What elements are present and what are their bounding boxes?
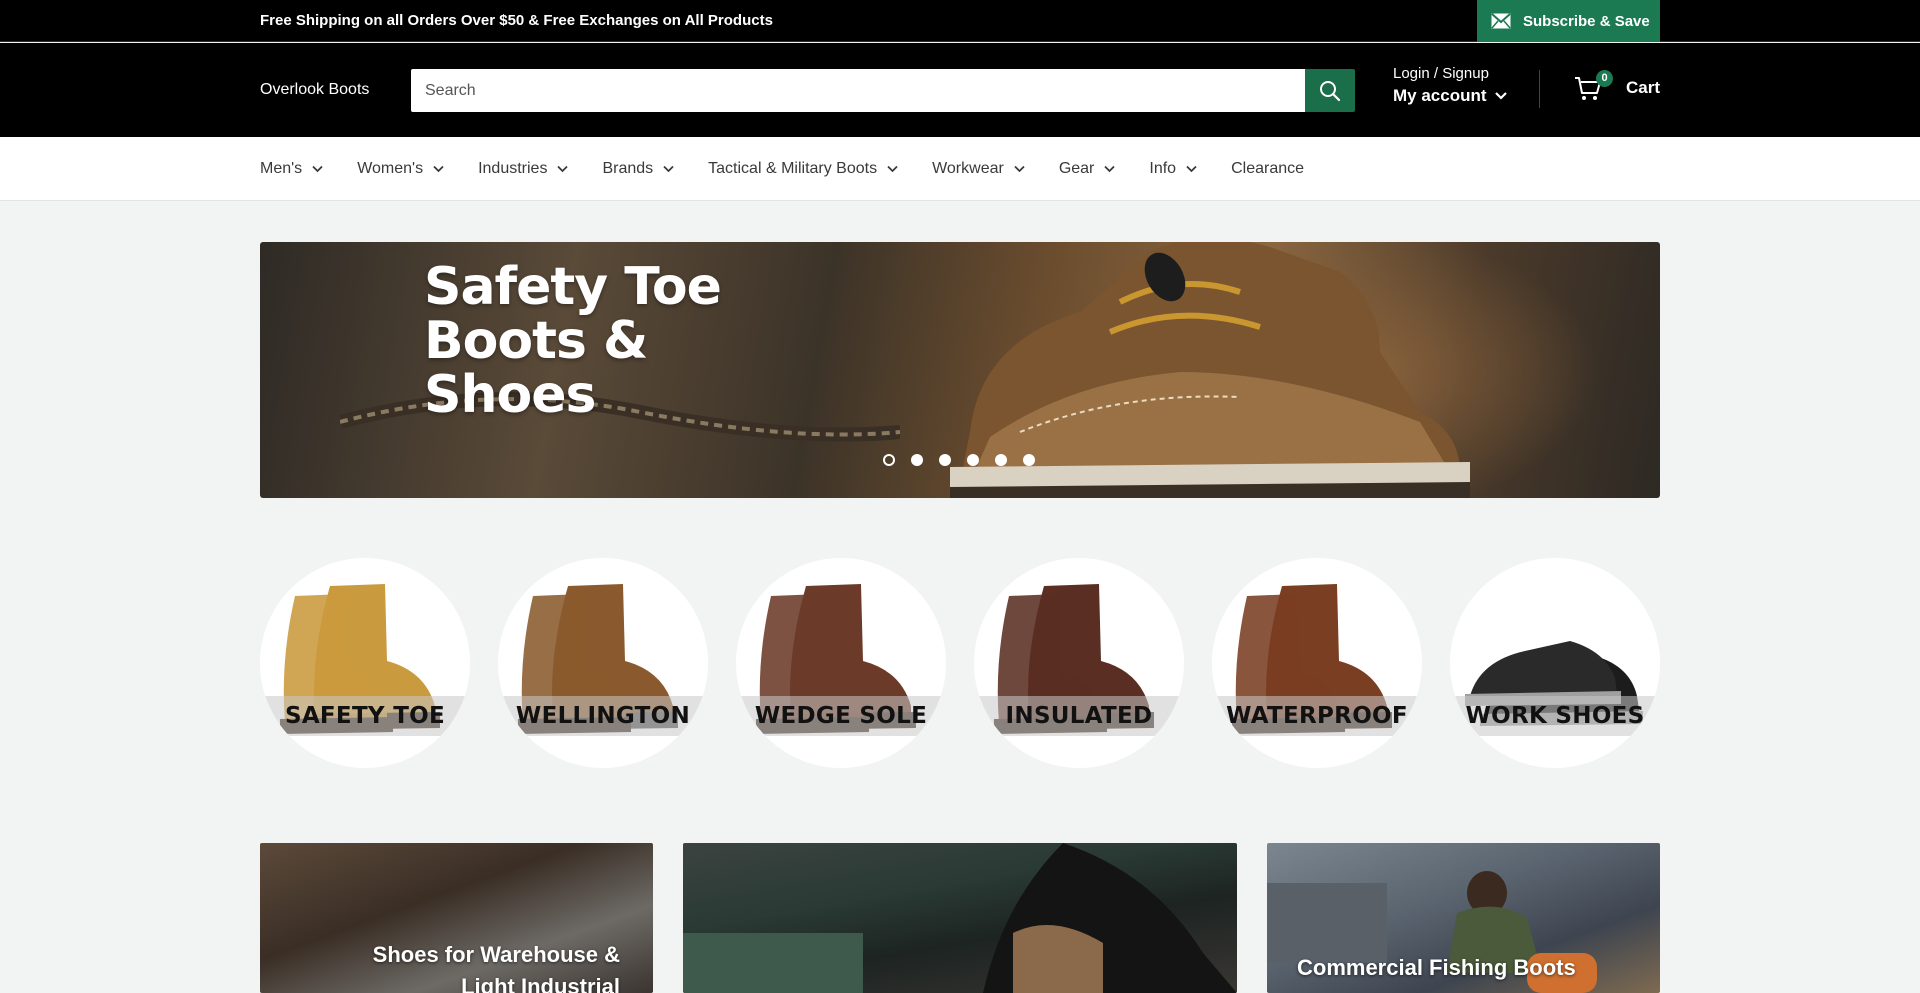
category-label: SAFETY TOE xyxy=(284,703,446,729)
category-insulated[interactable]: INSULATED xyxy=(974,558,1184,768)
chevron-down-icon xyxy=(663,165,674,173)
category-label: WORK SHOES xyxy=(1465,703,1645,729)
slider-dot-6[interactable] xyxy=(1023,454,1035,466)
nav-item-label: Info xyxy=(1149,160,1177,177)
nav-item-men-s[interactable]: Men's xyxy=(260,160,323,178)
chevron-down-icon xyxy=(1104,165,1116,173)
chevron-down-icon xyxy=(1014,165,1025,173)
cart-icon: 0 xyxy=(1574,70,1613,102)
chevron-down-icon xyxy=(312,165,323,173)
search-input[interactable] xyxy=(411,69,1305,112)
main-navigation: Men's Women's Industries Brands Tactical & M… xyxy=(0,137,1920,201)
account-menu: Login / Signup My account xyxy=(1393,65,1507,106)
subscribe-button[interactable]: Subscribe & Save xyxy=(1477,0,1660,42)
category-label: WATERPROOF xyxy=(1226,703,1408,729)
hero-title: Safety Toe Boots & Shoes xyxy=(424,260,804,422)
category-label: WELLINGTON xyxy=(515,703,691,729)
hero-title-line-2: Boots & xyxy=(424,311,648,371)
category-wedge-sole[interactable]: WEDGE SOLE xyxy=(736,558,946,768)
nav-item-info[interactable]: Info xyxy=(1149,160,1197,178)
hero-title-line-1: Safety Toe xyxy=(424,257,722,317)
collection-tile-warehouse[interactable]: Shoes for Warehouse & Light Industrial xyxy=(260,843,653,993)
slider-dot-3[interactable] xyxy=(939,454,951,466)
site-logo[interactable]: Overlook Boots xyxy=(260,43,369,137)
slider-dot-4[interactable] xyxy=(967,454,979,466)
nav-item-label: Men's xyxy=(260,160,303,177)
nav-item-label: Industries xyxy=(478,160,548,177)
chevron-down-icon xyxy=(887,165,898,173)
collection-tile-middle[interactable] xyxy=(683,843,1237,993)
nav-item-label: Tactical & Military Boots xyxy=(708,160,878,177)
category-work-shoes[interactable]: WORK SHOES xyxy=(1450,558,1660,768)
chevron-down-icon xyxy=(557,165,569,173)
nav-item-brands[interactable]: Brands xyxy=(602,160,674,178)
nav-item-label: Workwear xyxy=(932,160,1004,177)
announcement-bar: Free Shipping on all Orders Over $50 & F… xyxy=(0,0,1920,42)
nav-item-label: Women's xyxy=(357,160,424,177)
header-divider xyxy=(1539,70,1540,108)
nav-item-label: Brands xyxy=(602,160,654,177)
my-account-label: My account xyxy=(1393,86,1487,105)
nav-item-gear[interactable]: Gear xyxy=(1059,160,1116,178)
slider-dot-2[interactable] xyxy=(911,454,923,466)
nav-list: Men's Women's Industries Brands Tactical & M… xyxy=(260,137,1338,201)
nav-item-label: Clearance xyxy=(1231,160,1305,177)
collection-tile-title: Commercial Fishing Boots xyxy=(1297,955,1576,980)
nav-item-workwear[interactable]: Workwear xyxy=(932,160,1025,178)
cart-link[interactable]: 0 Cart xyxy=(1574,70,1661,102)
chevron-down-icon xyxy=(433,165,444,173)
cart-label: Cart xyxy=(1626,78,1661,97)
category-label: WEDGE SOLE xyxy=(754,703,928,729)
hero-banner[interactable]: Safety Toe Boots & Shoes xyxy=(260,242,1660,498)
slider-dots xyxy=(883,454,1035,466)
nav-item-industries[interactable]: Industries xyxy=(478,160,569,178)
search-button[interactable] xyxy=(1305,69,1355,112)
collection-tile-fishing[interactable]: Commercial Fishing Boots xyxy=(1267,843,1660,993)
login-link[interactable]: Login / Signup xyxy=(1393,65,1507,82)
category-waterproof[interactable]: WATERPROOF xyxy=(1212,558,1422,768)
nav-item-tactical-military-boots[interactable]: Tactical & Military Boots xyxy=(708,160,898,178)
slider-dot-5[interactable] xyxy=(995,454,1007,466)
category-label: INSULATED xyxy=(1005,703,1153,729)
nav-item-clearance[interactable]: Clearance xyxy=(1231,160,1304,178)
envelope-icon xyxy=(1491,13,1511,29)
search-icon xyxy=(1320,80,1341,101)
category-wellington[interactable]: WELLINGTON xyxy=(498,558,708,768)
chevron-down-icon xyxy=(1494,92,1507,100)
collection-tile-title: Shoes for Warehouse & Light Industrial xyxy=(372,942,620,993)
subscribe-label: Subscribe & Save xyxy=(1523,12,1650,30)
category-safety-toe[interactable]: SAFETY TOE xyxy=(260,558,470,768)
site-header: Overlook Boots Login / Signup My account xyxy=(0,43,1920,137)
slider-dot-1[interactable] xyxy=(883,454,895,466)
nav-item-women-s[interactable]: Women's xyxy=(357,160,444,178)
chevron-down-icon xyxy=(1186,165,1197,173)
nav-item-label: Gear xyxy=(1058,160,1095,177)
search-bar xyxy=(411,69,1355,112)
hero-title-line-3: Shoes xyxy=(424,365,596,425)
announcement-text: Free Shipping on all Orders Over $50 & F… xyxy=(260,12,773,29)
category-circles: SAFETY TOE WELLINGTON WEDGE SOLE INSULATED W… xyxy=(260,558,1660,770)
cart-count-badge: 0 xyxy=(1596,70,1613,87)
tile-worker-image xyxy=(683,843,1237,993)
my-account-dropdown[interactable]: My account xyxy=(1393,86,1507,106)
